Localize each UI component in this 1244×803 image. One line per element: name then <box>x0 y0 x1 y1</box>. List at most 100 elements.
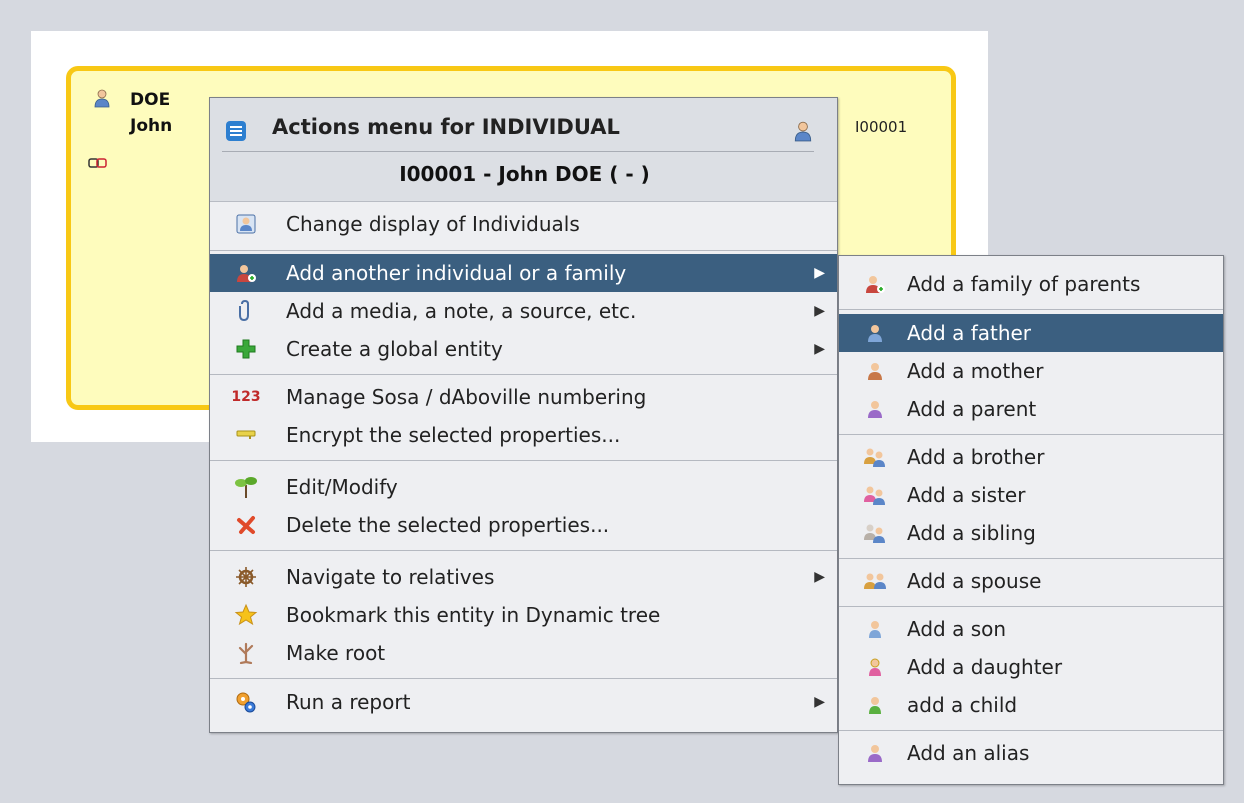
menu-separator <box>210 374 837 375</box>
submenu-arrow-icon: ▶ <box>814 341 825 357</box>
menu-item-label: Create a global entity <box>286 337 503 361</box>
submenu-item-label: Add a sister <box>907 483 1026 507</box>
submenu-item-add-child[interactable]: add a child <box>839 686 1223 724</box>
submenu-item-label: Add a daughter <box>907 655 1063 679</box>
add-individual-icon <box>234 261 258 285</box>
numbering-icon: 123 <box>231 389 261 405</box>
star-icon <box>234 603 258 627</box>
display-individual-icon <box>234 212 258 236</box>
header-divider <box>222 151 814 152</box>
submenu-item-label: Add an alias <box>907 741 1030 765</box>
menu-separator <box>210 250 837 251</box>
menu-separator <box>210 460 837 461</box>
menu-item-create-global-entity[interactable]: Create a global entity ▶ <box>210 330 837 368</box>
menu-item-label: Add another individual or a family <box>286 261 627 285</box>
submenu-item-label: Add a mother <box>907 359 1044 383</box>
plus-icon <box>234 337 258 361</box>
submenu-arrow-icon: ▶ <box>814 694 825 710</box>
menu-item-delete-properties[interactable]: Delete the selected properties... <box>210 506 837 544</box>
menu-separator <box>839 309 1223 310</box>
submenu-arrow-icon: ▶ <box>814 265 825 281</box>
menu-item-label: Edit/Modify <box>286 475 398 499</box>
menu-item-manage-numbering[interactable]: 123 Manage Sosa / dAboville numbering <box>210 378 837 416</box>
brother-icon <box>863 445 887 469</box>
menu-separator <box>839 558 1223 559</box>
navigate-wheel-icon <box>234 565 258 589</box>
card-id: I00001 <box>855 118 908 136</box>
submenu-item-add-sister[interactable]: Add a sister <box>839 476 1223 514</box>
menu-item-label: Make root <box>286 641 386 665</box>
submenu-arrow-icon: ▶ <box>814 303 825 319</box>
father-icon <box>863 321 887 345</box>
menu-title: Actions menu for INDIVIDUAL <box>272 115 620 139</box>
menu-item-run-report[interactable]: Run a report ▶ <box>210 683 837 721</box>
menu-item-encrypt[interactable]: Encrypt the selected properties... <box>210 416 837 454</box>
menu-item-change-display[interactable]: Change display of Individuals <box>210 205 837 243</box>
submenu-item-label: add a child <box>907 693 1018 717</box>
submenu-item-label: Add a sibling <box>907 521 1036 545</box>
edit-icon <box>234 475 258 499</box>
child-icon <box>863 693 887 717</box>
link-icon <box>88 158 107 168</box>
submenu-item-add-alias[interactable]: Add an alias <box>839 734 1223 772</box>
menu-item-navigate-relatives[interactable]: Navigate to relatives ▶ <box>210 558 837 596</box>
son-icon <box>863 617 887 641</box>
menu-subtitle: I00001 - John DOE ( - ) <box>399 162 650 186</box>
submenu-item-add-parent[interactable]: Add a parent <box>839 390 1223 428</box>
submenu-item-add-son[interactable]: Add a son <box>839 610 1223 648</box>
menu-item-label: Encrypt the selected properties... <box>286 423 621 447</box>
menu-item-bookmark[interactable]: Bookmark this entity in Dynamic tree <box>210 596 837 634</box>
menu-item-make-root[interactable]: Make root <box>210 634 837 672</box>
submenu-item-add-daughter[interactable]: Add a daughter <box>839 648 1223 686</box>
submenu-item-label: Add a son <box>907 617 1007 641</box>
spouse-icon <box>863 569 887 593</box>
family-parents-icon <box>863 272 887 296</box>
daughter-icon <box>863 655 887 679</box>
menu-item-label: Run a report <box>286 690 411 714</box>
menu-header: Actions menu for INDIVIDUAL I00001 - Joh… <box>210 98 837 202</box>
submenu-item-label: Add a spouse <box>907 569 1042 593</box>
submenu-item-add-father[interactable]: Add a father <box>839 314 1223 352</box>
submenu-item-label: Add a parent <box>907 397 1037 421</box>
paperclip-icon <box>234 299 258 323</box>
submenu-arrow-icon: ▶ <box>814 569 825 585</box>
menu-separator <box>839 730 1223 731</box>
card-surname: DOE <box>130 90 171 110</box>
menu-list-icon <box>226 121 246 141</box>
menu-item-label: Delete the selected properties... <box>286 513 610 537</box>
sibling-icon <box>863 521 887 545</box>
submenu-item-label: Add a family of parents <box>907 272 1141 296</box>
report-gears-icon <box>234 690 258 714</box>
menu-separator <box>210 550 837 551</box>
person-male-icon <box>94 89 110 108</box>
menu-item-add-media[interactable]: Add a media, a note, a source, etc. ▶ <box>210 292 837 330</box>
delete-icon <box>234 513 258 537</box>
menu-item-label: Manage Sosa / dAboville numbering <box>286 385 647 409</box>
root-icon <box>234 641 258 665</box>
submenu-item-label: Add a father <box>907 321 1032 345</box>
menu-separator <box>210 678 837 679</box>
card-given-name: John <box>130 116 173 136</box>
menu-separator <box>839 606 1223 607</box>
add-individual-submenu: Add a family of parents Add a father Add… <box>838 255 1224 785</box>
menu-item-label: Change display of Individuals <box>286 212 580 236</box>
menu-separator <box>839 434 1223 435</box>
sister-icon <box>863 483 887 507</box>
submenu-item-add-family-parents[interactable]: Add a family of parents <box>839 265 1223 303</box>
parent-icon <box>863 397 887 421</box>
menu-item-label: Navigate to relatives <box>286 565 495 589</box>
menu-item-label: Bookmark this entity in Dynamic tree <box>286 603 661 627</box>
alias-icon <box>863 741 887 765</box>
submenu-item-add-spouse[interactable]: Add a spouse <box>839 562 1223 600</box>
menu-item-add-individual-or-family[interactable]: Add another individual or a family ▶ <box>210 254 837 292</box>
key-icon <box>234 423 258 447</box>
mother-icon <box>863 359 887 383</box>
submenu-item-add-sibling[interactable]: Add a sibling <box>839 514 1223 552</box>
menu-item-edit-modify[interactable]: Edit/Modify <box>210 468 837 506</box>
submenu-item-label: Add a brother <box>907 445 1045 469</box>
person-male-icon <box>794 121 812 142</box>
actions-menu: Actions menu for INDIVIDUAL I00001 - Joh… <box>209 97 838 733</box>
submenu-item-add-mother[interactable]: Add a mother <box>839 352 1223 390</box>
menu-item-label: Add a media, a note, a source, etc. <box>286 299 637 323</box>
submenu-item-add-brother[interactable]: Add a brother <box>839 438 1223 476</box>
